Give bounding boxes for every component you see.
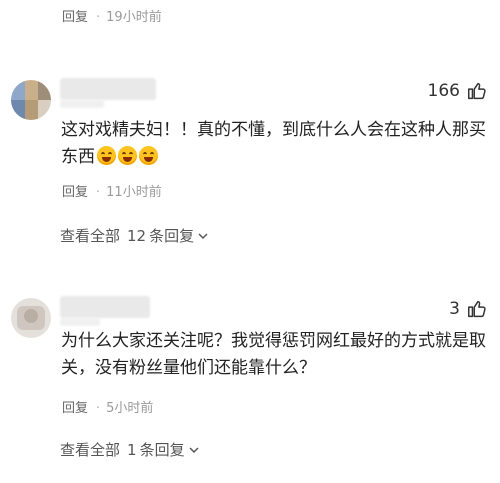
- like-count: 166: [427, 81, 460, 101]
- like-count: 3: [449, 299, 460, 319]
- view-all-replies-button[interactable]: 查看全部 12 条回复: [60, 225, 209, 246]
- avatar-image: [11, 298, 51, 338]
- avatar[interactable]: [11, 298, 51, 338]
- like-control[interactable]: 166: [428, 80, 488, 102]
- username-redacted[interactable]: [60, 78, 156, 100]
- comment-text: 这对戏精夫妇！！真的不懂，到底什么人会在这种人那买 东西: [61, 117, 486, 171]
- comment-text-line: 关，没有粉丝量他们还能靠什么？: [61, 358, 316, 378]
- chevron-down-icon: [189, 446, 199, 453]
- laughing-tears-emoji-icon: [139, 146, 158, 165]
- comment-time: 5小时前: [106, 401, 154, 416]
- view-all-suffix: 条回复: [149, 227, 195, 245]
- reply-button[interactable]: 回复: [62, 185, 88, 200]
- user-info-redacted: [60, 100, 104, 108]
- laughing-tears-emoji-icon: [118, 146, 137, 165]
- reply-button[interactable]: 回复: [62, 401, 88, 416]
- like-control[interactable]: 3: [449, 298, 488, 320]
- thumbs-up-icon: [468, 82, 486, 100]
- username-redacted[interactable]: [60, 296, 150, 318]
- comment-text: 为什么大家还关注呢？我觉得惩罚网红最好的方式就是取 关，没有粉丝量他们还能靠什么…: [61, 328, 486, 382]
- view-all-label: 查看全部: [60, 227, 121, 245]
- view-all-label: 查看全部: [60, 441, 121, 459]
- thumbs-up-icon: [468, 300, 486, 318]
- avatar[interactable]: [11, 80, 51, 120]
- comment-text-line: 东西: [61, 144, 486, 171]
- comment-text-tail: 东西: [61, 147, 95, 167]
- reply-time: 19小时前: [106, 10, 162, 25]
- prev-reply-meta: 回复 · 19小时前: [62, 10, 162, 25]
- chevron-down-icon: [198, 232, 208, 239]
- reply-count: 12: [127, 226, 147, 245]
- reply-count: 1: [127, 440, 137, 459]
- reply-button[interactable]: 回复: [62, 10, 88, 25]
- view-all-replies-button[interactable]: 查看全部 1 条回复: [60, 439, 200, 460]
- avatar-image: [11, 80, 51, 120]
- comment-text-line: 为什么大家还关注呢？我觉得惩罚网红最好的方式就是取: [61, 331, 486, 351]
- view-all-suffix: 条回复: [139, 441, 185, 459]
- comment-meta: 回复 · 11小时前: [62, 185, 162, 200]
- comment-time: 11小时前: [106, 185, 162, 200]
- laughing-tears-emoji-icon: [97, 146, 116, 165]
- user-info-redacted: [60, 318, 100, 326]
- comment-text-line: 这对戏精夫妇！！真的不懂，到底什么人会在这种人那买: [61, 120, 486, 140]
- comment-meta: 回复 · 5小时前: [62, 401, 154, 416]
